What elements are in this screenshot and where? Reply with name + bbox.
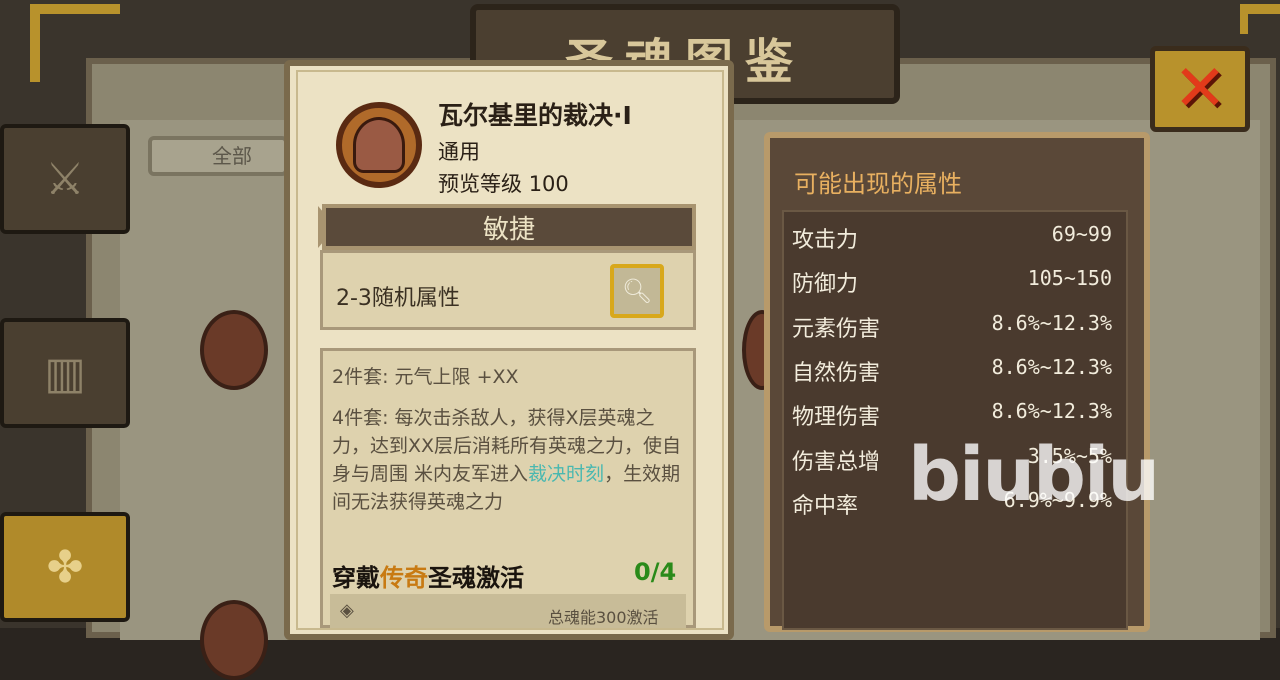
list-item-icon[interactable] (200, 600, 268, 680)
attribute-row: 自然伤害 8.6%~12.3% (792, 355, 1112, 386)
filter-dropdown[interactable]: 全部 (148, 136, 288, 176)
preview-level: 预览等级 100 (438, 172, 569, 196)
tab-armor[interactable]: ▥ (0, 318, 130, 428)
tab-soul[interactable]: ✤ (0, 512, 130, 622)
armor-icon: ▥ (44, 347, 86, 399)
attribute-row: 元素伤害 8.6%~12.3% (792, 311, 1112, 342)
frame-corner (1240, 4, 1280, 34)
highlight-keyword: 裁决时刻 (528, 463, 605, 485)
watermark: biubiu (908, 432, 1160, 518)
attributes-title: 可能出现的属性 (794, 170, 962, 198)
set-bonus-two-piece: 2件套: 元气上限 +XX (332, 366, 519, 388)
list-item-icon[interactable] (200, 310, 268, 390)
activation-progress: 0/4 (634, 558, 677, 586)
tab-weapon[interactable]: ⚔ (0, 124, 130, 234)
item-name: 瓦尔基里的裁决·I (438, 101, 632, 130)
item-type: 通用 (438, 140, 480, 164)
magnifier-icon: 🔍︎ (621, 277, 653, 305)
grid-icon: ✤ (46, 541, 84, 593)
set-bonus-four-piece: 4件套: 每次击杀敌人，获得X层英魂之力，达到XX层后消耗所有英魂之力，使自身与… (332, 407, 682, 513)
close-x-icon: ✕ (1173, 52, 1227, 126)
attribute-row: 攻击力 69~99 (792, 222, 1112, 253)
sword-icon: ⚔ (45, 153, 85, 205)
random-attr-label: 2-3随机属性 (336, 286, 460, 311)
zoom-button[interactable]: 🔍︎ (610, 264, 664, 318)
soul-energy-icon: ◈ (340, 600, 354, 621)
attribute-row: 物理伤害 8.6%~12.3% (792, 399, 1112, 430)
close-button[interactable]: ✕ (1150, 46, 1250, 132)
activation-label: 穿戴传奇圣魂激活 (332, 564, 524, 592)
main-stat-banner: 敏捷 (322, 204, 696, 250)
helmet-icon (336, 102, 422, 188)
footer-text: 总魂能300激活 (548, 608, 659, 627)
attribute-row: 防御力 105~150 (792, 266, 1112, 297)
